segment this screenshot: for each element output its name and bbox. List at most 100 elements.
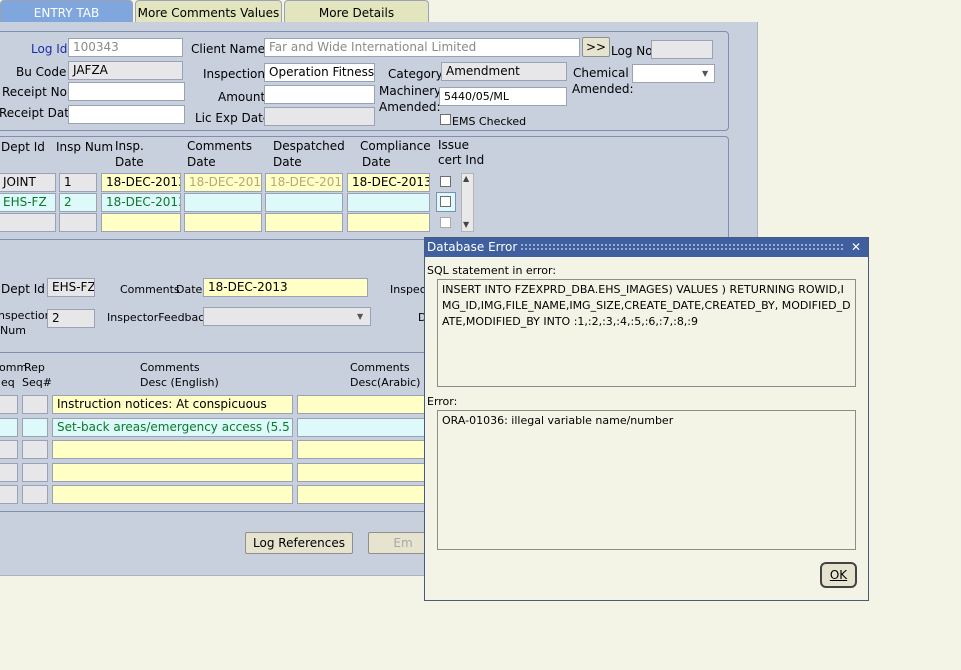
log-no-label: Log No (611, 44, 653, 58)
amount-field[interactable] (264, 85, 375, 104)
col-compliance-1: Compliance (360, 139, 431, 153)
client-name-label: Client Name (191, 42, 265, 56)
col-desc-arabic-1: Comments (350, 361, 410, 374)
receipt-no-label: Receipt No (2, 85, 67, 99)
col-desc-english-1: Comments (140, 361, 200, 374)
category-field[interactable]: Amendment (441, 62, 567, 81)
comment-row4-seq[interactable] (0, 463, 18, 482)
dialog-title: Database Error (427, 240, 518, 254)
row1-despatched[interactable]: 18-DEC-2013 (265, 173, 343, 192)
row2-issue-cert-checkbox[interactable] (440, 196, 451, 207)
comment-row2-rep[interactable] (22, 418, 48, 437)
inspector-feedback-select[interactable] (203, 307, 371, 326)
comment-row4-arabic[interactable] (297, 463, 437, 482)
col-rep-seq-2: Seq# (22, 376, 52, 389)
row1-compliance[interactable]: 18-DEC-2013 (347, 173, 430, 192)
scroll-up-icon[interactable]: ▲ (463, 174, 469, 183)
comment-row3-rep[interactable] (22, 440, 48, 459)
comment-row3-seq[interactable] (0, 440, 18, 459)
row1-comments-date[interactable]: 18-DEC-2013 (184, 173, 262, 192)
ems-checked-checkbox[interactable] (440, 114, 451, 125)
dialog-titlebar[interactable]: Database Error ✕ (425, 238, 868, 257)
scroll-down-icon[interactable]: ▼ (463, 220, 469, 229)
row2-compliance[interactable] (347, 193, 430, 212)
row2-despatched[interactable] (265, 193, 343, 212)
comment-row4-rep[interactable] (22, 463, 48, 482)
row1-num[interactable]: 1 (59, 173, 97, 192)
row3-compliance[interactable] (347, 213, 430, 232)
row2-insp-date[interactable]: 18-DEC-2013 (101, 193, 181, 212)
tab-more-comments-values[interactable]: More Comments Values (135, 0, 282, 22)
ok-button[interactable]: OK (820, 562, 857, 588)
row3-insp-date[interactable] (101, 213, 181, 232)
row3-issue-cert-checkbox[interactable] (440, 217, 451, 228)
row3-despatched[interactable] (265, 213, 343, 232)
lic-exp-date-label: Lic Exp Date (195, 111, 271, 125)
comment-row2-seq[interactable] (0, 418, 18, 437)
comment-row2-arabic[interactable] (297, 418, 437, 437)
bu-code-field[interactable]: JAFZA (68, 61, 183, 80)
receipt-no-field[interactable] (68, 82, 185, 101)
col-rep-seq-1: Rep (24, 361, 45, 374)
close-icon[interactable]: ✕ (851, 238, 861, 257)
comment-row5-seq[interactable] (0, 485, 18, 504)
lic-exp-date-field[interactable] (264, 107, 375, 126)
col-comments-date-1: Comments (187, 139, 253, 153)
row1-dept[interactable]: JOINT (0, 173, 56, 192)
log-id-field[interactable]: 100343 (68, 38, 183, 57)
comment-row5-english[interactable] (52, 485, 293, 504)
comment-row1-rep[interactable] (22, 395, 48, 414)
col-despatched-1: Despatched (273, 139, 345, 153)
row2-dept[interactable]: EHS-FZ (0, 193, 56, 212)
log-id-label: Log Id (31, 42, 68, 56)
row2-comments-date[interactable] (184, 193, 262, 212)
col-comm-seq-2: eq (1, 376, 15, 389)
comment-row3-arabic[interactable] (297, 440, 437, 459)
client-name-field[interactable]: Far and Wide International Limited (264, 38, 580, 57)
error-text[interactable]: ORA-01036: illegal variable name/number (437, 410, 856, 550)
machinery-amended-label: Amended: (379, 100, 441, 114)
detail-date-label: Date (176, 283, 203, 296)
row1-insp-date[interactable]: 18-DEC-2013 (101, 173, 181, 192)
inspection-field[interactable]: Operation Fitness C (264, 63, 375, 82)
ems-checked-label: EMS Checked (452, 115, 527, 128)
log-references-button[interactable]: Log References (245, 532, 353, 554)
sql-statement-text[interactable]: INSERT INTO FZEXPRD_DBA.EHS_IMAGES) VALU… (437, 279, 856, 387)
detail-date-field[interactable]: 18-DEC-2013 (203, 278, 368, 297)
comment-row1-seq[interactable] (0, 395, 18, 414)
feedback-chevron-down-icon[interactable]: ▼ (357, 312, 363, 321)
row1-issue-cert-checkbox[interactable] (440, 176, 451, 187)
machinery-field[interactable]: 5440/05/ML (439, 87, 567, 106)
col-compliance-2: Date (362, 155, 391, 169)
log-no-field[interactable] (651, 40, 713, 59)
detail-inspection-num-label-2: Num (0, 324, 26, 337)
comment-row5-arabic[interactable] (297, 485, 437, 504)
comment-row1-english[interactable]: Instruction notices: At conspicuous (52, 395, 293, 414)
detail-dept-id-label: Dept Id (1, 282, 45, 296)
comment-row4-english[interactable] (52, 463, 293, 482)
comment-row3-english[interactable] (52, 440, 293, 459)
tab-more-details[interactable]: More Details (284, 0, 429, 22)
comment-row5-rep[interactable] (22, 485, 48, 504)
receipt-date-field[interactable] (68, 105, 185, 124)
chevron-down-icon[interactable]: ▼ (702, 69, 708, 78)
col-dept-id: Dept Id (1, 140, 45, 154)
row3-num[interactable] (59, 213, 97, 232)
titlebar-grip-pattern (520, 243, 845, 252)
client-more-button[interactable]: >> (582, 37, 610, 57)
row2-num[interactable]: 2 (59, 193, 97, 212)
inspector-feedback-label: InspectorFeedback (107, 311, 211, 324)
row3-dept[interactable] (0, 213, 56, 232)
tab-entry[interactable]: ENTRY TAB (0, 0, 133, 22)
col-desc-arabic-2: Desc(Arabic) (350, 376, 421, 389)
bu-code-label: Bu Code (16, 65, 67, 79)
inspection-label: Inspection (203, 67, 265, 81)
row3-comments-date[interactable] (184, 213, 262, 232)
detail-dept-id-field[interactable]: EHS-FZ (47, 278, 95, 297)
chemical-amended-label: Amended: (572, 82, 634, 96)
detail-inspection-num-field[interactable]: 2 (47, 309, 95, 328)
comment-row1-arabic[interactable] (297, 395, 437, 414)
comment-row2-english[interactable]: Set-back areas/emergency access (5.5 (52, 418, 293, 437)
sql-statement-label: SQL statement in error: (427, 264, 557, 277)
col-insp-date-1: Insp. (115, 139, 144, 153)
